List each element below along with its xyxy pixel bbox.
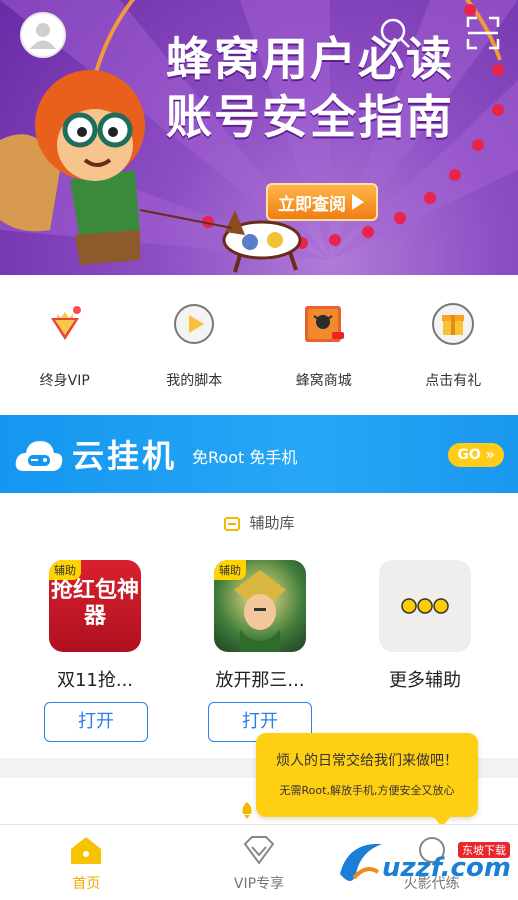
play-icon bbox=[170, 300, 218, 348]
gift-icon bbox=[429, 300, 477, 348]
read-now-button[interactable]: 立即查阅 bbox=[266, 183, 378, 221]
banner-title-line2: 账号安全指南 bbox=[166, 90, 454, 144]
quick-entry-gift-label: 点击有礼 bbox=[425, 373, 482, 389]
assist-tag: 辅助 bbox=[214, 560, 246, 580]
shop-book-icon bbox=[300, 300, 348, 348]
quick-entry-shop[interactable]: 蜂窝商城 bbox=[259, 275, 389, 415]
tooltip-line1: 烦人的日常交给我们来做吧！ bbox=[276, 753, 458, 769]
nav-vip-label: VIP专享 bbox=[233, 876, 285, 892]
rocket-icon bbox=[242, 801, 252, 819]
vip-crown-icon bbox=[41, 300, 89, 348]
quick-entry-row: 终身VIP 我的脚本 蜂窝商城 点击有礼 bbox=[0, 275, 518, 415]
assist-tag: 辅助 bbox=[49, 560, 81, 580]
vip-diamond-icon bbox=[243, 836, 275, 865]
promo-banner[interactable]: 蜂窝用户必读 账号安全指南 立即查阅 bbox=[0, 0, 518, 275]
user-avatar[interactable] bbox=[20, 12, 66, 58]
assist-app-2[interactable]: 辅助 放开那三... bbox=[205, 560, 315, 692]
nav-vip[interactable]: VIP专享 bbox=[173, 825, 346, 900]
assist-app-1[interactable]: 抢红包神器 辅助 双11抢... bbox=[40, 560, 150, 692]
assist-library-section: 辅助库 抢红包神器 辅助 双11抢... 辅助 放开那三... 更多辅助 打开 … bbox=[0, 493, 518, 758]
assist-app-2-name: 放开那三... bbox=[215, 670, 305, 691]
cloud-hook-tooltip[interactable]: 烦人的日常交给我们来做吧！ 无需Root,解放手机,方便安全又放心 bbox=[256, 733, 478, 827]
assist-library-icon bbox=[224, 516, 241, 531]
quick-entry-gift[interactable]: 点击有礼 bbox=[389, 275, 518, 415]
open-button-1[interactable]: 打开 bbox=[44, 702, 148, 742]
assist-app-1-tile-text: 抢红包神器 bbox=[50, 578, 139, 629]
nav-home-label: 首页 bbox=[72, 876, 101, 892]
cloud-hook-subtitle: 免Root 免手机 bbox=[192, 448, 298, 467]
assist-app-1-icon: 抢红包神器 辅助 bbox=[49, 560, 141, 652]
assist-app-1-name: 双11抢... bbox=[56, 670, 134, 691]
quick-entry-my-scripts[interactable]: 我的脚本 bbox=[130, 275, 260, 415]
play-arrow-icon bbox=[352, 194, 364, 210]
assist-library-heading: 辅助库 bbox=[0, 512, 518, 533]
uzzf-watermark-logo: uzzf.com 东坡下载 bbox=[340, 842, 511, 883]
user-avatar-icon bbox=[30, 23, 56, 49]
cloud-hook-title: 云挂机 bbox=[72, 437, 178, 475]
go-button[interactable]: GO » bbox=[448, 443, 504, 467]
quick-entry-my-scripts-label: 我的脚本 bbox=[166, 373, 223, 389]
scan-icon[interactable] bbox=[466, 16, 500, 50]
more-assist[interactable]: 更多辅助 bbox=[370, 560, 480, 692]
tooltip-line2: 无需Root,解放手机,方便安全又放心 bbox=[279, 784, 455, 797]
quick-entry-vip-label: 终身VIP bbox=[39, 373, 90, 389]
cloud-hook-banner[interactable]: 云挂机 免Root 免手机 GO » bbox=[0, 415, 518, 493]
banner-title: 蜂窝用户必读 账号安全指南 bbox=[150, 30, 470, 146]
quick-entry-vip[interactable]: 终身VIP bbox=[0, 275, 130, 415]
quick-entry-shop-label: 蜂窝商城 bbox=[295, 373, 352, 389]
read-now-label: 立即查阅 bbox=[278, 194, 346, 215]
more-dots-icon bbox=[379, 560, 471, 652]
cloud-gamepad-icon bbox=[15, 441, 63, 471]
nav-home[interactable]: 首页 bbox=[0, 825, 173, 900]
banner-title-line1: 蜂窝用户必读 bbox=[166, 32, 454, 86]
assist-app-2-icon: 辅助 bbox=[214, 560, 306, 652]
home-icon bbox=[71, 837, 102, 864]
more-assist-name: 更多辅助 bbox=[389, 670, 461, 691]
assist-library-heading-text: 辅助库 bbox=[249, 514, 295, 532]
watermark-badge: 东坡下载 bbox=[462, 844, 506, 857]
